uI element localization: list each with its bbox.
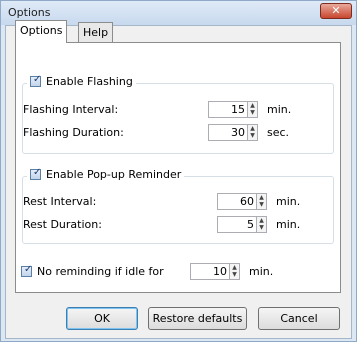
flashing-interval-input[interactable]: 15 [208, 101, 248, 118]
checkmark-icon: ✓ [33, 167, 42, 178]
enable-popup-label: Enable Pop-up Reminder [46, 168, 182, 181]
rest-duration-stepper[interactable]: 5 ▲ ▼ [217, 216, 267, 233]
enable-flashing-label: Enable Flashing [46, 75, 133, 88]
idle-minutes-input[interactable]: 10 [190, 263, 230, 280]
flashing-duration-input[interactable]: 30 [208, 124, 248, 141]
flashing-interval-unit: min. [267, 103, 292, 116]
spin-down-icon[interactable]: ▼ [249, 132, 256, 139]
options-panel: ✓ Enable Flashing Flashing Interval: 15 … [15, 42, 341, 293]
spin-down-icon[interactable]: ▼ [231, 271, 238, 278]
close-icon: ✕ [331, 4, 341, 17]
idle-toggle[interactable]: ✓ No reminding if idle for [21, 264, 164, 278]
spin-down-icon[interactable]: ▼ [258, 201, 265, 208]
close-button[interactable]: ✕ [320, 3, 352, 19]
idle-label: No reminding if idle for [37, 265, 164, 278]
rest-interval-unit: min. [276, 195, 301, 208]
checkmark-icon: ✓ [33, 74, 42, 85]
enable-popup-checkbox[interactable]: ✓ [30, 167, 42, 180]
flashing-group [22, 83, 334, 154]
idle-minutes-spin-buttons[interactable]: ▲ ▼ [230, 263, 240, 280]
flashing-duration-spin-buttons[interactable]: ▲ ▼ [248, 124, 258, 141]
idle-minutes-stepper[interactable]: 10 ▲ ▼ [190, 263, 240, 280]
flashing-duration-unit: sec. [267, 126, 290, 139]
flashing-interval-label: Flashing Interval: [23, 103, 119, 116]
spin-up-icon[interactable]: ▲ [231, 264, 238, 271]
spin-down-icon[interactable]: ▼ [249, 109, 256, 116]
flashing-interval-spin-buttons[interactable]: ▲ ▼ [248, 101, 258, 118]
tab-help[interactable]: Help [78, 22, 114, 42]
spin-up-icon[interactable]: ▲ [249, 125, 256, 132]
rest-duration-label: Rest Duration: [23, 218, 102, 231]
options-window: Options ✕ Options Help ✓ Enable Flashing… [0, 0, 357, 342]
rest-duration-spin-buttons[interactable]: ▲ ▼ [257, 216, 267, 233]
rest-interval-spin-buttons[interactable]: ▲ ▼ [257, 193, 267, 210]
enable-popup-toggle[interactable]: ✓ Enable Pop-up Reminder [27, 167, 185, 181]
rest-duration-input[interactable]: 5 [217, 216, 257, 233]
spin-down-icon[interactable]: ▼ [258, 224, 265, 231]
rest-interval-label: Rest Interval: [23, 195, 97, 208]
idle-checkbox[interactable]: ✓ [21, 264, 33, 277]
window-title: Options [8, 6, 51, 19]
enable-flashing-checkbox[interactable]: ✓ [30, 74, 42, 87]
spin-up-icon[interactable]: ▲ [249, 102, 256, 109]
rest-interval-input[interactable]: 60 [217, 193, 257, 210]
flashing-interval-stepper[interactable]: 15 ▲ ▼ [208, 101, 258, 118]
popup-reminder-group [22, 176, 334, 244]
spin-up-icon[interactable]: ▲ [258, 217, 265, 224]
restore-defaults-button[interactable]: Restore defaults [148, 307, 247, 330]
ok-button[interactable]: OK [66, 307, 138, 330]
spin-up-icon[interactable]: ▲ [258, 194, 265, 201]
flashing-duration-stepper[interactable]: 30 ▲ ▼ [208, 124, 258, 141]
rest-interval-stepper[interactable]: 60 ▲ ▼ [217, 193, 267, 210]
idle-minutes-unit: min. [249, 265, 274, 278]
tab-options[interactable]: Options [15, 20, 68, 43]
flashing-duration-label: Flashing Duration: [23, 126, 124, 139]
rest-duration-unit: min. [276, 218, 301, 231]
checkmark-icon: ✓ [24, 264, 33, 275]
cancel-button[interactable]: Cancel [258, 307, 340, 330]
enable-flashing-toggle[interactable]: ✓ Enable Flashing [27, 74, 136, 88]
